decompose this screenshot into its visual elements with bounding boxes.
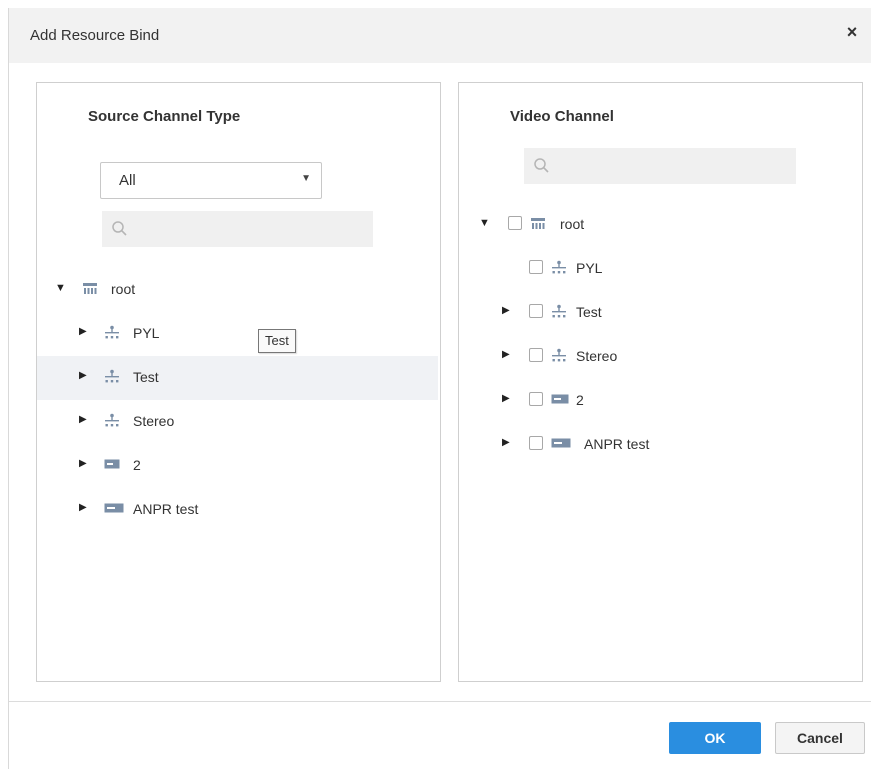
ok-button[interactable]: OK	[669, 722, 761, 754]
org-icon	[105, 413, 119, 427]
tree-node-label: ANPR test	[133, 501, 199, 517]
caret-right-icon[interactable]: ▶	[79, 502, 87, 513]
search-icon	[534, 158, 549, 173]
caret-right-icon[interactable]: ▶	[502, 393, 510, 404]
tree-node-stereo[interactable]: ▶ Stereo	[459, 335, 860, 379]
tree-node-label: 2	[133, 457, 141, 473]
tree-node-pyl[interactable]: ▶ PYL	[37, 312, 438, 356]
root-icon	[83, 283, 97, 294]
device-icon	[551, 438, 571, 448]
caret-right-icon[interactable]: ▶	[79, 458, 87, 469]
tree-node-label: root	[111, 281, 136, 297]
device-icon	[104, 459, 120, 469]
org-icon	[105, 369, 119, 383]
tree-root-node[interactable]: ▼ root	[459, 203, 860, 247]
video-channel-panel: Video Channel ▼ root PYL ▶ Test ▶ Stereo	[458, 82, 863, 682]
checkbox[interactable]	[529, 304, 543, 318]
device-icon	[104, 503, 124, 513]
tree-root-node[interactable]: ▼ root	[37, 268, 438, 312]
tree-node-label: Stereo	[576, 348, 618, 364]
tree-node-label: ANPR test	[584, 436, 650, 452]
tree-node-label: Stereo	[133, 413, 175, 429]
checkbox[interactable]	[529, 436, 543, 450]
org-icon	[105, 325, 119, 339]
checkbox[interactable]	[529, 392, 543, 406]
caret-down-icon[interactable]: ▼	[55, 282, 66, 294]
org-icon	[552, 348, 566, 362]
caret-right-icon[interactable]: ▶	[79, 370, 87, 381]
tree-node-label: Test	[576, 304, 602, 320]
video-channel-search-input[interactable]	[524, 148, 796, 184]
tree-node-label: root	[560, 216, 585, 232]
video-channel-title: Video Channel	[510, 108, 614, 125]
channel-type-select[interactable]: All ▼	[100, 162, 322, 199]
tree-node-anpr-test[interactable]: ▶ ANPR test	[37, 488, 438, 532]
footer-divider	[9, 701, 871, 702]
caret-right-icon[interactable]: ▶	[502, 437, 510, 448]
dialog-header: Add Resource Bind ×	[9, 8, 871, 63]
source-channel-type-title: Source Channel Type	[88, 108, 241, 125]
checkbox[interactable]	[529, 348, 543, 362]
tree-node-test[interactable]: ▶ Test	[459, 291, 860, 335]
tree-node-label: PYL	[133, 325, 160, 341]
caret-down-icon[interactable]: ▼	[479, 217, 490, 229]
tree-node-label: Test	[133, 369, 159, 385]
checkbox[interactable]	[508, 216, 522, 230]
channel-type-selected-value: All	[119, 172, 136, 189]
device-icon	[551, 394, 569, 404]
caret-right-icon[interactable]: ▶	[79, 414, 87, 425]
close-icon[interactable]: ×	[842, 22, 862, 43]
search-icon	[112, 221, 127, 236]
source-search-input[interactable]	[102, 211, 373, 247]
chevron-down-icon: ▼	[301, 173, 311, 184]
tree-node-2[interactable]: ▶ 2	[37, 444, 438, 488]
root-icon	[531, 218, 545, 229]
caret-right-icon[interactable]: ▶	[502, 305, 510, 316]
tree-node-test[interactable]: ▶ Test	[37, 356, 438, 400]
cancel-button[interactable]: Cancel	[775, 722, 865, 754]
tree-node-anpr-test[interactable]: ▶ ANPR test	[459, 423, 860, 467]
org-icon	[552, 304, 566, 318]
dialog-title: Add Resource Bind	[30, 27, 160, 44]
checkbox[interactable]	[529, 260, 543, 274]
tree-node-label: PYL	[576, 260, 603, 276]
caret-right-icon[interactable]: ▶	[79, 326, 87, 337]
org-icon	[552, 260, 566, 274]
tree-node-pyl[interactable]: PYL	[459, 247, 860, 291]
tree-node-2[interactable]: ▶ 2	[459, 379, 860, 423]
source-channel-panel: Source Channel Type All ▼ ▼ root ▶ PYL ▶…	[36, 82, 441, 682]
tooltip: Test	[258, 329, 296, 353]
tree-node-label: 2	[576, 392, 584, 408]
add-resource-bind-dialog: Add Resource Bind × Source Channel Type …	[8, 8, 871, 769]
tree-node-stereo[interactable]: ▶ Stereo	[37, 400, 438, 444]
caret-right-icon[interactable]: ▶	[502, 349, 510, 360]
